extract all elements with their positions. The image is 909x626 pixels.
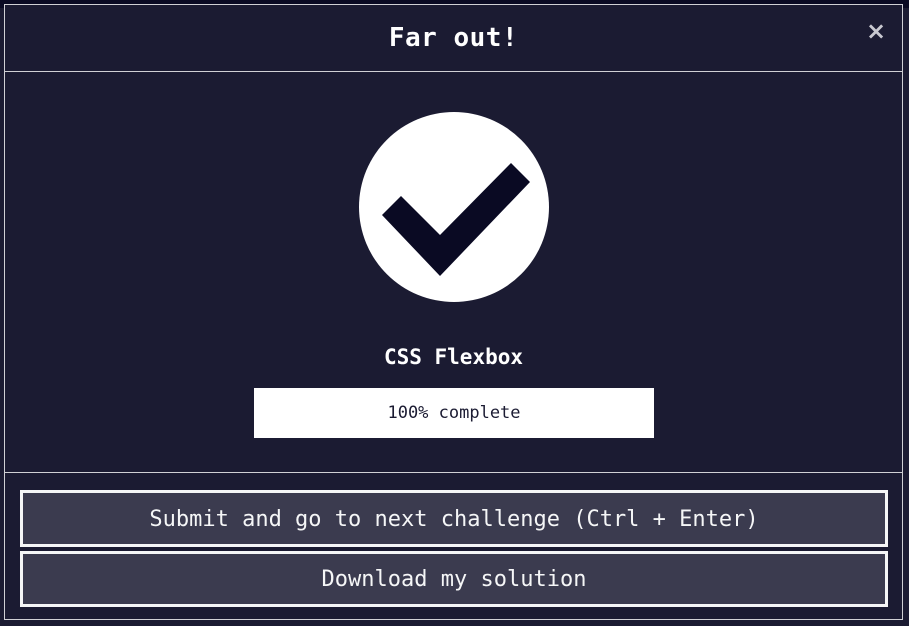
check-mark-icon xyxy=(382,163,530,276)
close-icon[interactable]: × xyxy=(864,19,888,43)
submit-next-button[interactable]: Submit and go to next challenge (Ctrl + … xyxy=(20,490,888,547)
modal-footer: Submit and go to next challenge (Ctrl + … xyxy=(5,472,902,619)
modal-header: Far out! × xyxy=(5,5,902,72)
progress-label: 100% complete xyxy=(387,403,521,423)
modal-title: Far out! xyxy=(388,23,519,53)
download-solution-button[interactable]: Download my solution xyxy=(20,551,888,607)
completion-modal: Far out! × CSS Flexbox 100% complete Sub… xyxy=(4,4,903,620)
success-badge xyxy=(359,112,549,302)
challenge-name: CSS Flexbox xyxy=(383,345,524,369)
progress-bar: 100% complete xyxy=(254,388,654,438)
